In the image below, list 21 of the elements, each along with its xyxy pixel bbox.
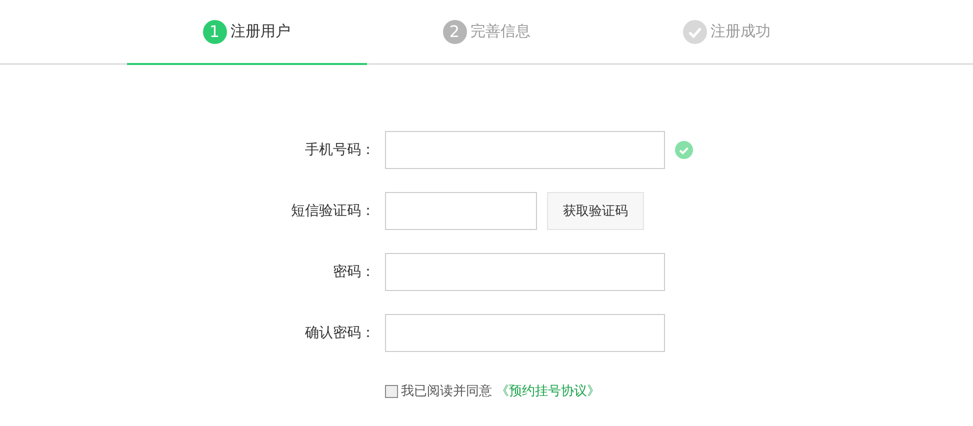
step-tab[interactable]: 1 注册用户 <box>126 0 366 65</box>
step-number: 2 <box>442 20 466 44</box>
step-label: 完善信息 <box>470 22 530 41</box>
input-field[interactable] <box>385 192 537 230</box>
field-label: 密码： <box>332 263 375 281</box>
agreement-text: 我已阅读并同意 <box>401 383 492 400</box>
agree-checkbox[interactable] <box>385 384 398 398</box>
field-label: 手机号码： <box>304 141 375 159</box>
step-number: 1 <box>202 20 226 44</box>
input-field[interactable] <box>385 314 665 352</box>
agreement-link[interactable]: 《预约挂号协议》 <box>496 382 600 400</box>
step-label: 注册成功 <box>710 22 770 41</box>
field-label: 确认密码： <box>304 324 375 342</box>
step-tab[interactable]: 注册成功 <box>606 0 846 65</box>
input-field[interactable] <box>385 131 665 169</box>
step-tab[interactable]: 2 完善信息 <box>366 0 606 65</box>
check-icon <box>682 20 706 44</box>
step-label: 注册用户 <box>230 22 290 41</box>
field-label: 短信验证码： <box>290 202 375 220</box>
input-field[interactable] <box>385 253 665 291</box>
get-code-button[interactable]: 获取验证码 <box>547 192 644 230</box>
